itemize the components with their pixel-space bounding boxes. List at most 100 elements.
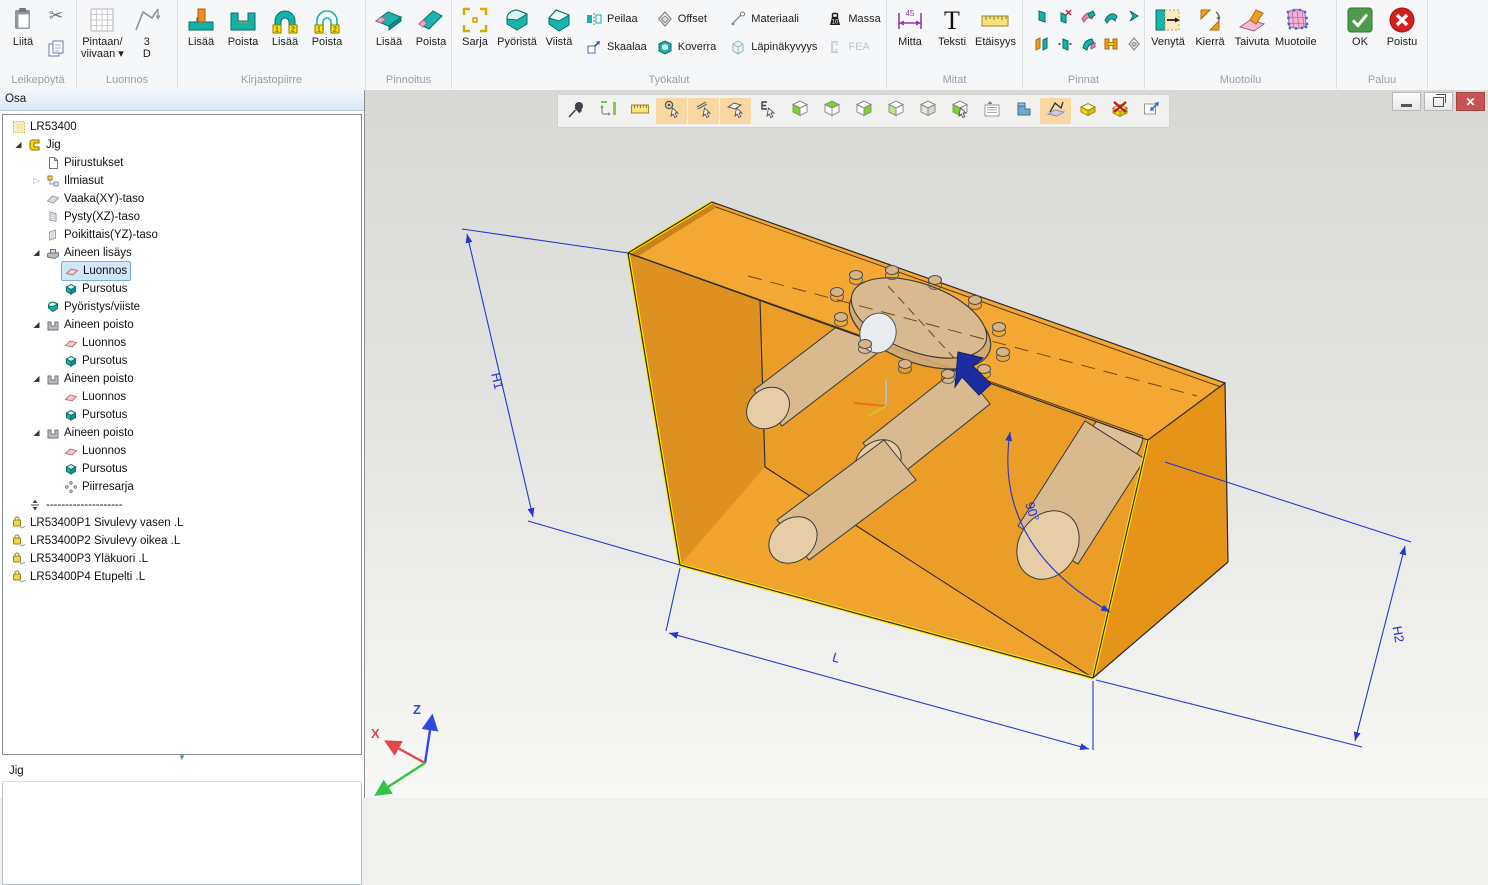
viist-button[interactable]: Viistä — [538, 3, 580, 49]
tree-item-label: Vaaka(XY)-taso — [64, 190, 144, 208]
pintaan-viivaan-button[interactable]: Pintaan/viivaan ▾ — [79, 3, 126, 61]
tree-item-luonnos[interactable]: Luonnos — [3, 262, 361, 280]
kierr-button[interactable]: Kierrä — [1189, 3, 1231, 49]
l-pin-kyvyys-button[interactable]: Läpinäkyvyys — [730, 39, 817, 56]
tree-item-py-ristys-viiste[interactable]: Pyöristys/viiste — [3, 298, 361, 316]
view-right-button[interactable] — [848, 98, 879, 124]
sarja-button[interactable]: Sarja — [454, 3, 496, 49]
materiaali-button[interactable]: Materiaali — [730, 11, 817, 28]
teksti-button[interactable]: TTeksti — [931, 3, 973, 49]
panel-splitter[interactable]: ▼ — [2, 755, 362, 762]
pin-button[interactable] — [560, 98, 591, 124]
tree-item-piirustukset[interactable]: Piirustukset — [3, 154, 361, 172]
peilaa-button[interactable]: Peilaa — [586, 11, 647, 28]
restore-button[interactable] — [1424, 92, 1453, 111]
poista-button[interactable]: Poista — [410, 3, 452, 49]
view-left-button[interactable] — [880, 98, 911, 124]
surface-clamp-button[interactable] — [1100, 34, 1121, 58]
tree-item-pursotus[interactable]: Pursotus — [3, 406, 361, 424]
poistu-button[interactable]: Poistu — [1381, 3, 1423, 49]
surface-plane-button[interactable] — [1031, 6, 1052, 30]
lis-button[interactable]: Lisää — [180, 3, 222, 49]
feature-tree[interactable]: LR53400◢JigPiirustukset▷IlmiasutVaaka(XY… — [2, 114, 362, 755]
lis-button[interactable]: Lisää — [368, 3, 410, 49]
tree-item-aineen-lis-ys[interactable]: ◢Aineen lisäys — [3, 244, 361, 262]
offset-button[interactable]: Offset — [657, 11, 717, 28]
surface-delete-button[interactable] — [1054, 6, 1075, 30]
properties-button[interactable] — [976, 98, 1007, 124]
skaalaa-button[interactable]: Skaalaa — [586, 39, 647, 56]
cut-button[interactable]: ✂ — [44, 5, 68, 29]
model-canvas[interactable]: H1 L H2 90° Z X — [365, 90, 1488, 798]
surface-offset-button[interactable] — [1123, 34, 1144, 58]
collapse-arrow-icon[interactable]: ◢ — [30, 316, 43, 334]
pick-feature-button[interactable] — [752, 98, 783, 124]
copy-button[interactable] — [44, 38, 68, 62]
surface-pair-button[interactable] — [1031, 34, 1052, 58]
tree-item-lr53400p4-etupelti-l[interactable]: LR53400P4 Etupelti .L — [3, 568, 361, 586]
tree-item-luonnos[interactable]: Luonnos — [3, 442, 361, 460]
surface-curved-button[interactable] — [1100, 6, 1121, 30]
tree-item-aineen-poisto[interactable]: ◢Aineen poisto — [3, 370, 361, 388]
taivuta-button[interactable]: Taivuta — [1231, 3, 1273, 49]
liit-button[interactable]: Liitä — [2, 3, 44, 49]
mitta-button[interactable]: 45Mitta — [889, 3, 931, 49]
tree-item-lr53400[interactable]: LR53400 — [3, 118, 361, 136]
collapse-arrow-icon[interactable]: ◢ — [12, 136, 25, 154]
view-pick-button[interactable] — [944, 98, 975, 124]
tree-item-aineen-poisto[interactable]: ◢Aineen poisto — [3, 316, 361, 334]
snap-point-button[interactable] — [656, 98, 687, 124]
poista-button[interactable]: Poista — [222, 3, 264, 49]
tree-item-aineen-poisto[interactable]: ◢Aineen poisto — [3, 424, 361, 442]
muotoile-button[interactable]: Muotoile — [1273, 3, 1319, 49]
tree-item-ilmiasut[interactable]: ▷Ilmiasut — [3, 172, 361, 190]
view-front-button[interactable] — [784, 98, 815, 124]
view-top-button[interactable] — [816, 98, 847, 124]
tree-item-vaaka-xy-taso[interactable]: Vaaka(XY)-taso — [3, 190, 361, 208]
venyt-button[interactable]: Venytä — [1147, 3, 1189, 49]
tree-item-lr53400p3-yl-kuori-l[interactable]: LR53400P3 Yläkuori .L — [3, 550, 361, 568]
sketch-plane-button[interactable] — [1040, 98, 1071, 124]
3d-button[interactable]: 3D — [126, 3, 168, 61]
tree-item-lr53400p1-sivulevy-vasen-l[interactable]: LR53400P1 Sivulevy vasen .L — [3, 514, 361, 532]
surface-move-button[interactable] — [1054, 34, 1075, 58]
tree-item-pursotus[interactable]: Pursotus — [3, 460, 361, 478]
tree-item-piirresarja[interactable]: Piirresarja — [3, 478, 361, 496]
measure-axes-button[interactable] — [592, 98, 623, 124]
tree-item-lr53400p2-sivulevy-oikea-l[interactable]: LR53400P2 Sivulevy oikea .L — [3, 532, 361, 550]
ok-button[interactable]: OK — [1339, 3, 1381, 49]
snap-face-button[interactable] — [720, 98, 751, 124]
minimize-button[interactable] — [1392, 92, 1421, 111]
surface-chevron-button[interactable] — [1123, 6, 1144, 30]
massa-button[interactable]: 10Massa — [827, 11, 880, 28]
tree-item-luonnos[interactable]: Luonnos — [3, 334, 361, 352]
tree-separator[interactable]: -------------------- — [3, 496, 361, 514]
et-isyys-button[interactable]: Etäisyys — [973, 3, 1018, 49]
viewport[interactable]: H1 L H2 90° Z X ✕ — [365, 90, 1488, 798]
fea-button[interactable]: FEA — [827, 39, 880, 56]
tree-item-poikittais-yz-taso[interactable]: Poikittais(YZ)-taso — [3, 226, 361, 244]
extrude-preview-button[interactable] — [1072, 98, 1103, 124]
tree-item-luonnos[interactable]: Luonnos — [3, 388, 361, 406]
surface-trim-button[interactable] — [1077, 6, 1098, 30]
collapse-arrow-icon[interactable]: ◢ — [30, 424, 43, 442]
py-rist-button[interactable]: Pyöristä — [496, 3, 538, 49]
section-button[interactable] — [1008, 98, 1039, 124]
tree-item-jig[interactable]: ◢Jig — [3, 136, 361, 154]
expand-arrow-icon[interactable]: ▷ — [30, 172, 43, 190]
tree-item-pursotus[interactable]: Pursotus — [3, 280, 361, 298]
extrude-delete-button[interactable] — [1104, 98, 1135, 124]
snap-edge-button[interactable] — [688, 98, 719, 124]
collapse-arrow-icon[interactable]: ◢ — [30, 370, 43, 388]
close-button[interactable]: ✕ — [1456, 92, 1485, 111]
collapse-arrow-icon[interactable]: ◢ — [30, 244, 43, 262]
lisaa-numbered-button[interactable]: 12Lisää — [264, 3, 306, 49]
view-shaded-button[interactable] — [912, 98, 943, 124]
tree-item-pursotus[interactable]: Pursotus — [3, 352, 361, 370]
surface-claw-button[interactable] — [1077, 34, 1098, 58]
koverra-button[interactable]: Koverra — [657, 39, 717, 56]
ruler-button[interactable] — [624, 98, 655, 124]
poista-numbered-button[interactable]: 12Poista — [306, 3, 348, 49]
expand-view-button[interactable] — [1136, 98, 1167, 124]
tree-item-pysty-xz-taso[interactable]: Pysty(XZ)-taso — [3, 208, 361, 226]
